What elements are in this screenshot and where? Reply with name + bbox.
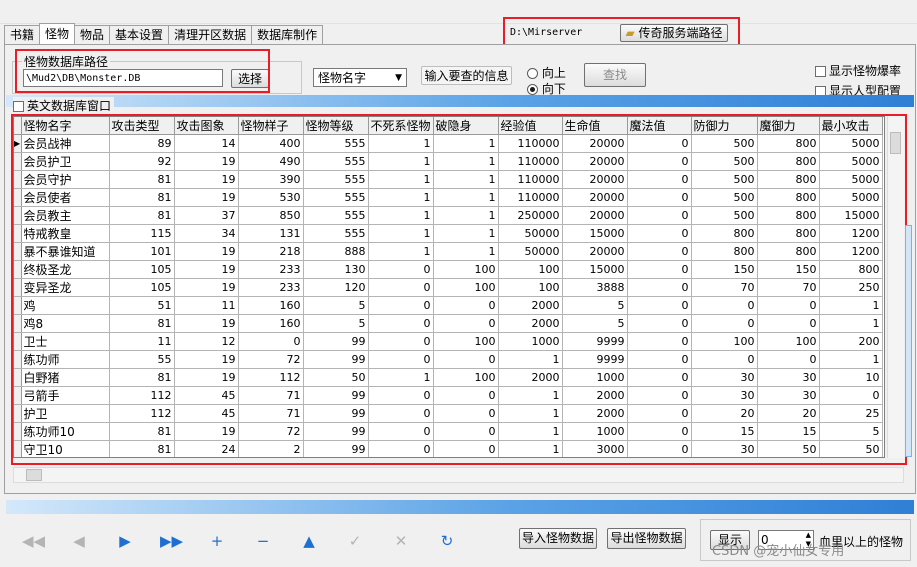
tab-bar: 书籍 怪物 物品 基本设置 清理开区数据 数据库制作	[4, 23, 324, 44]
header-gradient-bar	[6, 95, 914, 107]
show-drop-rate-label: 显示怪物爆率	[829, 64, 902, 78]
monster-grid-highlight	[11, 114, 907, 465]
direction-down-label: 向下	[541, 82, 566, 96]
grid-vertical-scrollbar[interactable]	[887, 116, 904, 458]
tab-books[interactable]: 书籍	[4, 25, 41, 44]
cancel-record-icon[interactable]: ✕	[390, 530, 412, 552]
english-db-window-option[interactable]: 英文数据库窗口	[13, 97, 115, 114]
tab-basic-settings[interactable]: 基本设置	[109, 25, 170, 44]
direction-down-radio[interactable]	[527, 84, 538, 95]
show-drop-rate-option[interactable]: 显示怪物爆率	[815, 62, 901, 79]
edit-record-icon[interactable]: ▲	[298, 530, 320, 552]
import-monster-button[interactable]: 导入怪物数据	[519, 528, 597, 549]
insert-record-icon[interactable]: +	[206, 530, 228, 552]
prev-record-icon[interactable]: ◀	[68, 530, 90, 552]
tab-db-builder[interactable]: 数据库制作	[251, 25, 324, 44]
server-path-button[interactable]: ▰ 传奇服务端路径	[620, 24, 728, 42]
next-record-icon[interactable]: ▶	[114, 530, 136, 552]
find-button[interactable]: 查找	[584, 63, 646, 87]
direction-up-radio[interactable]	[527, 68, 538, 79]
english-db-window-label: 英文数据库窗口	[27, 99, 112, 113]
search-field-select[interactable]: 怪物名字 ▼	[313, 68, 407, 87]
post-record-icon[interactable]: ✓	[344, 530, 366, 552]
refresh-record-icon[interactable]: ↻	[436, 530, 458, 552]
tab-clear-server-data[interactable]: 清理开区数据	[168, 25, 253, 44]
server-path-button-label: 传奇服务端路径	[638, 26, 723, 40]
title-strip	[0, 0, 917, 24]
chevron-down-icon: ▼	[395, 73, 402, 83]
delete-record-icon[interactable]: −	[252, 530, 274, 552]
footer-gradient-bar	[6, 500, 914, 514]
folder-icon: ▰	[625, 26, 635, 40]
record-navigator: ◀◀ ◀ ▶ ▶▶ + − ▲ ✓ ✕ ↻	[22, 530, 458, 552]
horizontal-scroll-thumb[interactable]	[26, 469, 42, 481]
show-drop-rate-checkbox[interactable]	[815, 66, 826, 77]
search-field-select-value: 怪物名字	[318, 71, 367, 85]
tab-items[interactable]: 物品	[74, 25, 111, 44]
vertical-scroll-thumb[interactable]	[890, 132, 901, 154]
direction-up-label: 向上	[541, 66, 566, 80]
search-input-label-button[interactable]: 输入要查的信息	[421, 66, 512, 85]
grid-horizontal-scrollbar[interactable]	[13, 467, 904, 483]
server-path-value: D:\Mirserver	[510, 27, 583, 38]
english-db-window-checkbox[interactable]	[13, 101, 24, 112]
export-monster-button[interactable]: 导出怪物数据	[607, 528, 686, 549]
direction-up-option[interactable]: 向上	[527, 64, 566, 81]
monster-db-path-highlight	[15, 49, 270, 93]
last-record-icon[interactable]: ▶▶	[160, 530, 183, 552]
right-scroll-strip[interactable]	[905, 225, 912, 457]
tab-monsters[interactable]: 怪物	[39, 23, 76, 44]
first-record-icon[interactable]: ◀◀	[22, 530, 45, 552]
csdn-watermark: CSDN @宠小仙女专用	[712, 544, 845, 559]
